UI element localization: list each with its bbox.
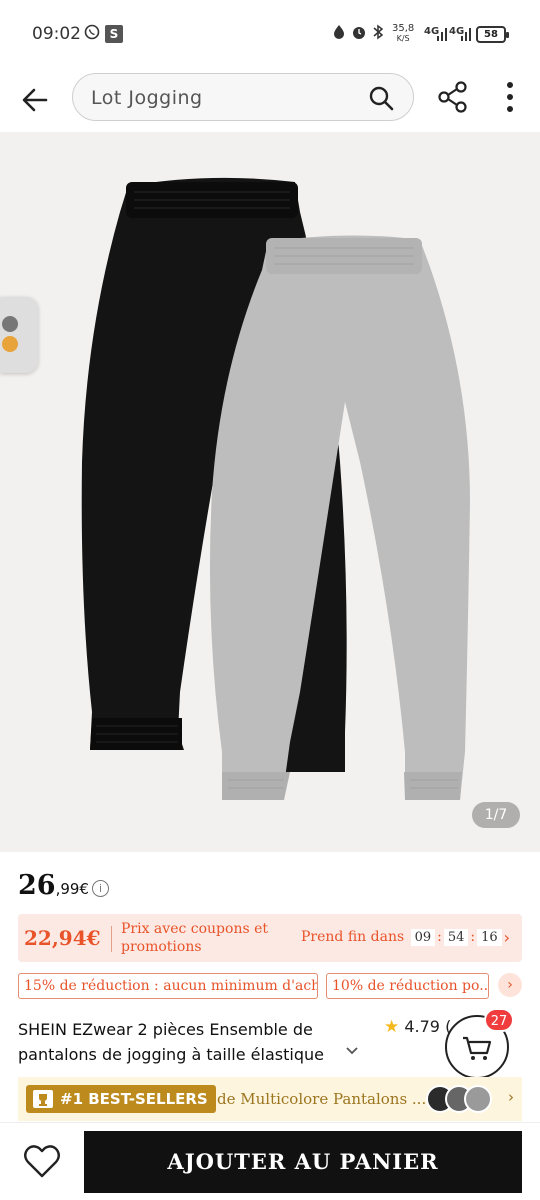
product-image — [81, 177, 471, 801]
timer-hours: 09 — [410, 929, 436, 946]
search-query: Lot Jogging — [91, 87, 203, 109]
bluetooth-icon — [372, 24, 384, 44]
network-speed: 35,8 K/S — [392, 24, 414, 44]
product-rating[interactable]: ★ 4.79 ( — [384, 1017, 451, 1037]
product-thumbnails — [426, 1085, 492, 1113]
whatsapp-icon — [84, 24, 100, 44]
top-navigation: Lot Jogging — [0, 68, 540, 132]
arrow-left-icon — [22, 88, 48, 112]
speed-unit: K/S — [396, 34, 410, 43]
image-page-indicator: 1/7 — [472, 802, 520, 828]
widget-dot-icon — [2, 316, 18, 332]
search-icon[interactable] — [367, 84, 395, 112]
chevron-right-icon[interactable]: › — [498, 973, 522, 997]
widget-coin-icon — [2, 336, 18, 352]
info-icon[interactable]: i — [91, 880, 109, 897]
floating-side-widget[interactable] — [0, 297, 38, 373]
signal-icon — [437, 27, 447, 45]
best-sellers-banner[interactable]: #1 BEST-SELLERS de Multicolore Pantalons… — [18, 1077, 522, 1121]
divider — [111, 926, 112, 952]
wishlist-button[interactable] — [20, 1139, 64, 1183]
chevron-down-icon[interactable] — [345, 1044, 359, 1058]
timer-label: Prend fin dans — [301, 929, 405, 945]
signal-icon — [461, 27, 471, 45]
promo-chip[interactable]: 15% de réduction : aucun minimum d'achat — [18, 973, 318, 999]
bottom-action-bar: AJOUTER AU PANIER — [0, 1122, 540, 1200]
app-notification-icon: S — [105, 25, 123, 43]
countdown-timer: Prend fin dans 09:54:16 — [301, 929, 504, 946]
chevron-right-icon: › — [508, 1088, 514, 1106]
more-options-button[interactable] — [496, 76, 524, 118]
status-time: 09:02 — [32, 24, 81, 44]
chevron-right-icon: › — [503, 928, 510, 947]
price-row: 26,99€ i — [18, 870, 109, 906]
coupon-price-banner[interactable]: 22,94€ Prix avec coupons et promotions P… — [18, 914, 522, 962]
price-integer: 26 — [18, 870, 56, 901]
trophy-icon — [33, 1090, 53, 1108]
promo-chip[interactable]: 10% de réduction po... — [326, 973, 489, 999]
battery-icon: 58 — [476, 26, 509, 43]
best-sellers-category: de Multicolore Pantalons ... — [217, 1090, 427, 1108]
data-saver-icon — [332, 24, 346, 44]
search-input[interactable]: Lot Jogging — [72, 73, 414, 121]
more-vertical-icon — [507, 82, 513, 112]
share-icon — [438, 81, 467, 113]
back-button[interactable] — [16, 80, 56, 120]
heart-icon — [24, 1145, 60, 1178]
timer-seconds: 16 — [477, 929, 502, 946]
rating-value: 4.79 — [404, 1017, 440, 1036]
timer-minutes: 54 — [443, 929, 469, 946]
product-title[interactable]: SHEIN EZwear 2 pièces Ensemble de pantal… — [18, 1017, 358, 1067]
price-cents: ,99€ — [55, 880, 89, 898]
product-image-gallery[interactable]: 1/7 — [0, 132, 540, 852]
share-button[interactable] — [434, 78, 472, 116]
add-to-cart-button[interactable]: AJOUTER AU PANIER — [84, 1131, 522, 1193]
promo-chips: 15% de réduction : aucun minimum d'achat… — [18, 973, 522, 999]
speed-value: 35,8 — [392, 23, 415, 34]
star-icon: ★ — [384, 1017, 400, 1037]
status-bar: 09:02 S 35,8 K/S 4G 4G 58 — [0, 0, 540, 68]
best-sellers-label: #1 BEST-SELLERS — [60, 1090, 208, 1108]
coupon-price: 22,94€ — [24, 926, 101, 950]
alarm-icon — [351, 24, 367, 44]
best-sellers-badge: #1 BEST-SELLERS — [26, 1085, 216, 1113]
coupon-description: Prix avec coupons et promotions — [121, 921, 269, 955]
cart-count-badge: 27 — [484, 1008, 514, 1032]
